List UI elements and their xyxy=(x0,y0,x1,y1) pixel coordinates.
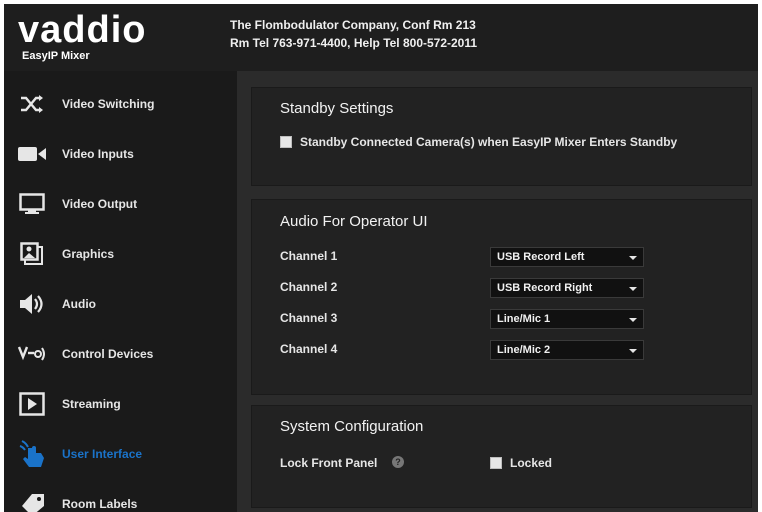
pointer-hand-icon xyxy=(4,429,60,479)
app-window: vaddio EasyIP Mixer The Flombodulator Co… xyxy=(4,4,758,512)
sidebar-item-label: Graphics xyxy=(62,247,115,261)
vaddio-logo: vaddio EasyIP Mixer xyxy=(18,10,208,66)
channel-4-select[interactable]: Line/Mic 2 xyxy=(490,340,644,360)
channel-1-label: Channel 1 xyxy=(280,249,338,263)
sidebar-item-room-labels[interactable]: Room Labels xyxy=(4,479,237,512)
channel-2-label: Channel 2 xyxy=(280,280,338,294)
lock-front-panel-label: Lock Front Panel xyxy=(280,456,378,470)
logo-subtitle: EasyIP Mixer xyxy=(22,50,90,62)
sidebar-item-label: Video Switching xyxy=(62,97,155,111)
sidebar-item-video-inputs[interactable]: Video Inputs xyxy=(4,129,237,179)
sidebar: Video Switching Video Inputs Video Outpu… xyxy=(4,71,237,512)
shuffle-icon xyxy=(4,79,60,129)
tag-icon xyxy=(4,479,60,512)
sidebar-item-graphics[interactable]: Graphics xyxy=(4,229,237,279)
company-info: The Flombodulator Company, Conf Rm 213 R… xyxy=(230,16,477,52)
monitor-icon xyxy=(4,179,60,229)
speaker-icon xyxy=(4,279,60,329)
sidebar-item-control-devices[interactable]: Control Devices xyxy=(4,329,237,379)
play-icon xyxy=(4,379,60,429)
graphics-icon xyxy=(4,229,60,279)
company-line-1: The Flombodulator Company, Conf Rm 213 xyxy=(230,18,476,32)
company-line-2: Rm Tel 763-971-4400, Help Tel 800-572-20… xyxy=(230,36,478,50)
sidebar-item-label: Video Output xyxy=(62,197,138,211)
channel-2-select[interactable]: USB Record Right xyxy=(490,278,644,298)
header: vaddio EasyIP Mixer The Flombodulator Co… xyxy=(4,4,758,71)
select-value: Line/Mic 1 xyxy=(497,313,551,325)
standby-cameras-checkbox[interactable] xyxy=(280,136,292,148)
panel-title: Standby Settings xyxy=(280,100,394,117)
channel-3-select[interactable]: Line/Mic 1 xyxy=(490,309,644,329)
sidebar-item-label: Video Inputs xyxy=(62,147,134,161)
select-value: USB Record Left xyxy=(497,251,585,263)
panel-title: System Configuration xyxy=(280,418,424,435)
panel-title: Audio For Operator UI xyxy=(280,213,428,230)
lock-front-panel-checkbox[interactable] xyxy=(490,457,502,469)
sidebar-item-video-switching[interactable]: Video Switching xyxy=(4,79,237,129)
sidebar-item-label: Streaming xyxy=(62,397,121,411)
sidebar-item-user-interface[interactable]: User Interface xyxy=(4,429,237,479)
video-camera-icon xyxy=(4,129,60,179)
system-configuration-panel: System Configuration Lock Front Panel ? … xyxy=(251,405,752,508)
control-devices-icon xyxy=(4,329,60,379)
select-value: USB Record Right xyxy=(497,282,593,294)
sidebar-item-label: Audio xyxy=(62,297,96,311)
sidebar-item-label: Room Labels xyxy=(62,497,138,511)
logo-wordmark: vaddio xyxy=(18,9,147,51)
sidebar-item-streaming[interactable]: Streaming xyxy=(4,379,237,429)
locked-label: Locked xyxy=(510,456,553,470)
chevron-down-icon xyxy=(629,349,637,353)
main-content: Standby Settings Standby Connected Camer… xyxy=(237,71,758,512)
help-icon[interactable]: ? xyxy=(392,456,404,468)
select-value: Line/Mic 2 xyxy=(497,344,551,356)
sidebar-item-audio[interactable]: Audio xyxy=(4,279,237,329)
sidebar-item-label: Control Devices xyxy=(62,347,154,361)
channel-4-label: Channel 4 xyxy=(280,342,338,356)
chevron-down-icon xyxy=(629,287,637,291)
chevron-down-icon xyxy=(629,256,637,260)
sidebar-item-video-output[interactable]: Video Output xyxy=(4,179,237,229)
sidebar-item-label: User Interface xyxy=(62,447,143,461)
channel-3-label: Channel 3 xyxy=(280,311,338,325)
standby-cameras-label: Standby Connected Camera(s) when EasyIP … xyxy=(300,135,678,149)
standby-settings-panel: Standby Settings Standby Connected Camer… xyxy=(251,87,752,186)
channel-1-select[interactable]: USB Record Left xyxy=(490,247,644,267)
chevron-down-icon xyxy=(629,318,637,322)
audio-operator-panel: Audio For Operator UI Channel 1 USB Reco… xyxy=(251,199,752,395)
